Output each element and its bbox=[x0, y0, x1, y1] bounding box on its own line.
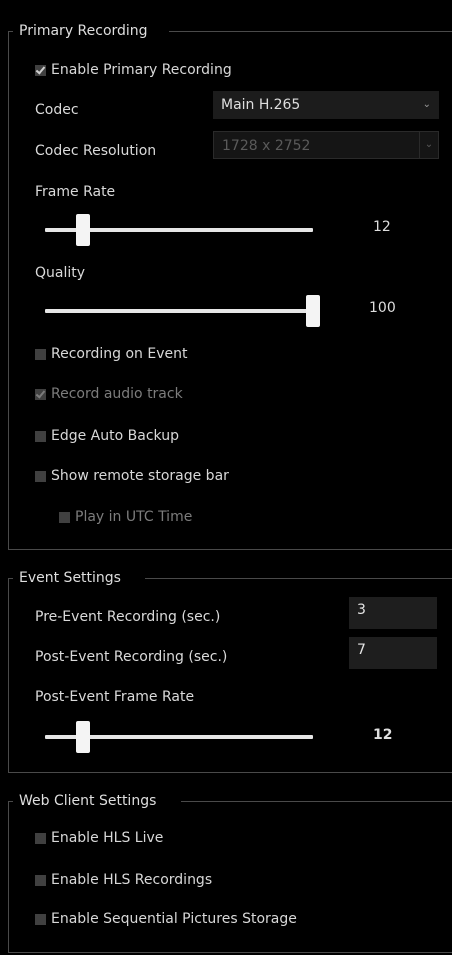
play-in-utc-time-checkbox: Play in UTC Time bbox=[59, 507, 192, 527]
checkbox-unchecked-icon bbox=[35, 348, 46, 360]
enable-hls-live-checkbox[interactable]: Enable HLS Live bbox=[35, 828, 163, 848]
pre-event-recording-label: Pre-Event Recording (sec.) bbox=[35, 609, 221, 625]
codec-resolution-select: 1728 x 2752 ⌄ bbox=[213, 131, 439, 159]
quality-slider[interactable] bbox=[45, 295, 320, 327]
show-remote-storage-bar-checkbox[interactable]: Show remote storage bar bbox=[35, 466, 229, 486]
codec-label: Codec bbox=[35, 102, 79, 118]
enable-sequential-pictures-storage-checkbox[interactable]: Enable Sequential Pictures Storage bbox=[35, 909, 297, 929]
chevron-down-icon: ⌄ bbox=[419, 132, 438, 158]
primary-recording-legend: Primary Recording bbox=[13, 21, 152, 41]
frame-rate-slider-thumb[interactable] bbox=[75, 214, 90, 246]
quality-slider-thumb[interactable] bbox=[306, 295, 320, 327]
post-event-frame-rate-slider-thumb[interactable] bbox=[75, 721, 90, 753]
enable-hls-live-label: Enable HLS Live bbox=[51, 830, 164, 846]
recording-on-event-label: Recording on Event bbox=[51, 346, 188, 362]
checkbox-unchecked-icon bbox=[59, 511, 70, 523]
frame-rate-value: 12 bbox=[373, 219, 391, 235]
quality-label: Quality bbox=[35, 265, 86, 281]
checkbox-checked-icon bbox=[35, 388, 46, 400]
enable-primary-recording-label: Enable Primary Recording bbox=[51, 62, 232, 78]
recording-on-event-checkbox[interactable]: Recording on Event bbox=[35, 344, 187, 364]
chevron-down-icon: ⌄ bbox=[422, 99, 431, 110]
codec-select[interactable]: Main H.265 ⌄ bbox=[213, 91, 439, 119]
record-audio-track-label: Record audio track bbox=[51, 386, 183, 402]
checkbox-unchecked-icon bbox=[35, 470, 46, 482]
checkbox-unchecked-icon bbox=[35, 832, 46, 844]
record-audio-track-checkbox: Record audio track bbox=[35, 384, 183, 404]
edge-auto-backup-checkbox[interactable]: Edge Auto Backup bbox=[35, 426, 179, 446]
enable-hls-recordings-label: Enable HLS Recordings bbox=[51, 872, 213, 888]
enable-sequential-pictures-storage-label: Enable Sequential Pictures Storage bbox=[51, 911, 297, 927]
edge-auto-backup-label: Edge Auto Backup bbox=[51, 428, 179, 444]
codec-resolution-value: 1728 x 2752 bbox=[222, 138, 311, 154]
enable-hls-recordings-checkbox[interactable]: Enable HLS Recordings bbox=[35, 870, 212, 890]
web-client-settings-group: Web Client Settings Enable HLS Live Enab… bbox=[8, 791, 452, 953]
web-client-settings-legend: Web Client Settings bbox=[13, 791, 161, 811]
checkbox-unchecked-icon bbox=[35, 874, 46, 886]
post-event-frame-rate-value: 12 bbox=[373, 727, 393, 743]
enable-primary-recording-checkbox[interactable]: Enable Primary Recording bbox=[35, 60, 232, 80]
group-border bbox=[169, 31, 452, 32]
checkbox-unchecked-icon bbox=[35, 913, 46, 925]
codec-value: Main H.265 bbox=[221, 97, 301, 113]
group-border bbox=[181, 801, 452, 802]
frame-rate-slider[interactable] bbox=[45, 214, 313, 246]
play-in-utc-time-label: Play in UTC Time bbox=[75, 509, 193, 525]
checkbox-unchecked-icon bbox=[35, 430, 46, 442]
checkbox-checked-icon bbox=[35, 64, 46, 76]
post-event-recording-label: Post-Event Recording (sec.) bbox=[35, 649, 228, 665]
pre-event-recording-input[interactable]: 3 bbox=[349, 597, 437, 629]
post-event-frame-rate-slider[interactable] bbox=[45, 721, 313, 753]
primary-recording-group: Primary Recording Enable Primary Recordi… bbox=[8, 21, 452, 550]
event-settings-group: Event Settings Pre-Event Recording (sec.… bbox=[8, 568, 452, 773]
post-event-frame-rate-label: Post-Event Frame Rate bbox=[35, 689, 195, 705]
show-remote-storage-bar-label: Show remote storage bar bbox=[51, 468, 229, 484]
event-settings-legend: Event Settings bbox=[13, 568, 125, 588]
post-event-recording-input[interactable]: 7 bbox=[349, 637, 437, 669]
quality-value: 100 bbox=[369, 300, 396, 316]
frame-rate-label: Frame Rate bbox=[35, 184, 116, 200]
group-border bbox=[145, 578, 452, 579]
codec-resolution-label: Codec Resolution bbox=[35, 143, 157, 159]
